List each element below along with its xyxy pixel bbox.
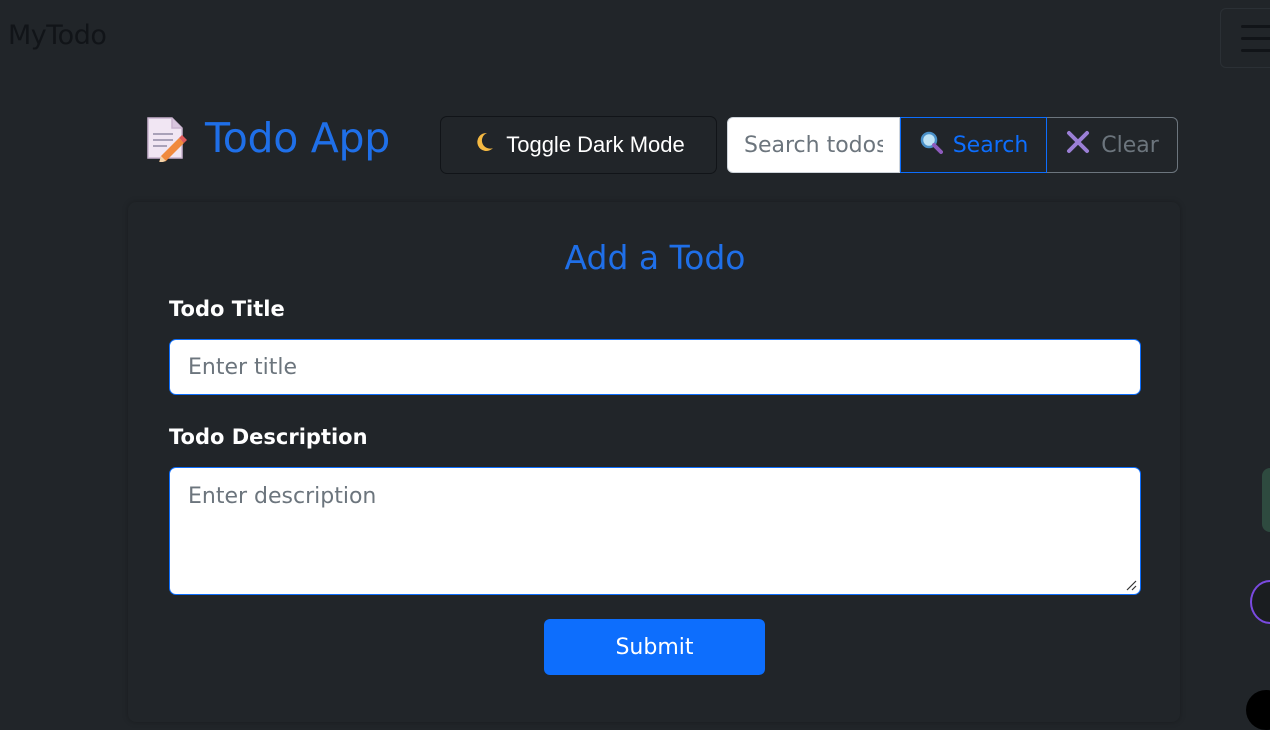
hamburger-bar bbox=[1241, 36, 1270, 40]
memo-icon bbox=[143, 114, 187, 163]
hamburger-bar bbox=[1241, 24, 1270, 28]
floating-widget[interactable] bbox=[1262, 468, 1270, 532]
cross-icon bbox=[1065, 129, 1091, 161]
toggle-dark-mode-button[interactable]: Toggle Dark Mode bbox=[440, 116, 717, 174]
search-input[interactable] bbox=[727, 117, 900, 173]
search-button[interactable]: Search bbox=[900, 117, 1047, 173]
search-button-label: Search bbox=[952, 132, 1029, 158]
todo-title-label: Todo Title bbox=[169, 297, 285, 321]
clear-button[interactable]: Clear bbox=[1047, 117, 1178, 173]
app-header: Todo App bbox=[143, 114, 391, 163]
search-group: Search Clear bbox=[727, 117, 1178, 173]
navbar: MyTodo bbox=[0, 0, 1270, 72]
todo-description-input[interactable] bbox=[169, 467, 1141, 595]
toggle-dark-mode-label: Toggle Dark Mode bbox=[506, 132, 685, 157]
magnifier-icon bbox=[919, 130, 943, 160]
clear-button-label: Clear bbox=[1101, 132, 1159, 158]
form-heading: Add a Todo bbox=[564, 238, 746, 277]
crescent-moon-icon bbox=[472, 130, 496, 160]
floating-widget[interactable] bbox=[1246, 690, 1270, 730]
hamburger-bar bbox=[1241, 48, 1270, 52]
todo-title-input[interactable] bbox=[169, 339, 1141, 395]
resize-grip-icon[interactable] bbox=[1125, 579, 1137, 591]
hamburger-menu-icon[interactable] bbox=[1220, 8, 1270, 68]
app-title: Todo App bbox=[205, 114, 391, 162]
submit-button[interactable]: Submit bbox=[544, 619, 765, 675]
todo-description-label: Todo Description bbox=[169, 425, 368, 449]
navbar-brand[interactable]: MyTodo bbox=[8, 20, 107, 51]
floating-widget[interactable] bbox=[1250, 580, 1270, 624]
